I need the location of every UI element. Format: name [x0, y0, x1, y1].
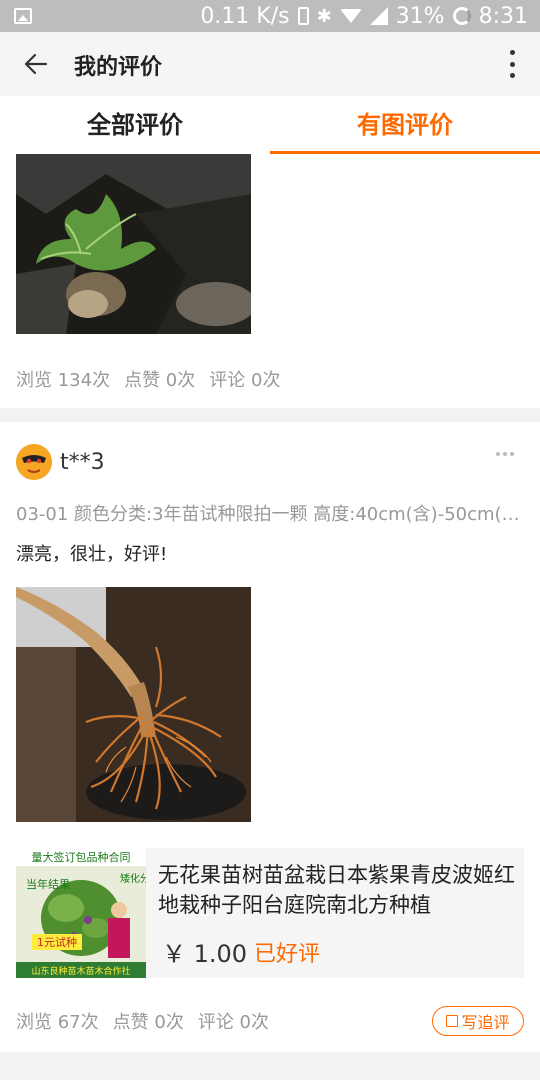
bluetooth-icon: ✱: [316, 5, 332, 27]
thumb-banner: 量大签订包品种合同: [32, 850, 131, 864]
tab-bar: 全部评价 有图评价: [0, 96, 540, 154]
edit-icon: [446, 1015, 459, 1027]
views-count: 浏览 67次: [16, 1012, 99, 1033]
network-speed: 0.11 K/s: [200, 3, 290, 29]
tab-all-reviews[interactable]: 全部评价: [0, 96, 270, 154]
status-bar: 0.11 K/s ✱ 31% 8:31: [0, 0, 540, 32]
signal-icon: [369, 7, 388, 25]
review-meta: 03-01 颜色分类:3年苗试种限拍一颗 高度:40cm(含)-50cm(不含): [16, 504, 524, 525]
review-card: t**3 03-01 颜色分类:3年苗试种限拍一颗 高度:40cm(含)-50c…: [0, 422, 540, 1052]
thumb-left-text: 当年结果: [26, 877, 70, 891]
battery-percent: 31%: [395, 3, 445, 29]
battery-icon: [452, 7, 471, 25]
back-arrow-icon[interactable]: [22, 50, 50, 78]
status-right: 0.11 K/s ✱ 31% 8:31: [200, 3, 528, 29]
clock: 8:31: [478, 3, 528, 29]
thumb-badge: 1元试种: [37, 935, 77, 949]
phone-icon: [297, 7, 309, 25]
append-review-button[interactable]: 写追评: [432, 1006, 524, 1036]
more-options-icon[interactable]: [508, 50, 516, 78]
app-bar: 我的评价: [0, 32, 540, 96]
image-notification-icon: [14, 8, 32, 24]
review-stats: 浏览 67次 点赞 0次 评论 0次: [16, 1008, 269, 1034]
product-price: ￥ 1.00: [162, 940, 248, 968]
avatar: [16, 444, 52, 480]
comments-count[interactable]: 评论 0次: [209, 366, 280, 392]
review-stats: 浏览 134次 点赞 0次 评论 0次: [16, 366, 280, 392]
tab-photo-reviews[interactable]: 有图评价: [270, 96, 540, 154]
append-review-label: 写追评: [461, 1013, 510, 1032]
reviewer: t**3: [16, 444, 105, 480]
product-title[interactable]: 无花果苗树苗盆栽日本紫果青皮波姬红地栽种子阳台庭院南北方种植: [158, 860, 520, 920]
review-photo[interactable]: [16, 154, 251, 334]
likes-count[interactable]: 点赞 0次: [113, 1008, 184, 1034]
review-card: 浏览 134次 点赞 0次 评论 0次: [0, 154, 540, 408]
likes-count[interactable]: 点赞 0次: [124, 366, 195, 392]
thumb-footer: 山东良种苗木苗木合作社: [31, 965, 130, 977]
product-thumbnail[interactable]: 量大签订包品种合同 当年结果 矮化分叉适合盆栽地种 1元试种 山东良种苗木苗木合…: [16, 848, 146, 978]
review-more-icon[interactable]: [496, 452, 514, 456]
page-title: 我的评价: [74, 55, 163, 80]
review-text: 漂亮，很壮，好评!: [16, 544, 168, 565]
review-photo[interactable]: [16, 587, 251, 822]
product-card[interactable]: 量大签订包品种合同 当年结果 矮化分叉适合盆栽地种 1元试种 山东良种苗木苗木合…: [16, 848, 524, 978]
thumb-right-text: 矮化分叉适合盆栽地种: [120, 872, 146, 885]
wifi-icon: [339, 9, 362, 23]
views-count: 浏览 134次: [16, 370, 111, 391]
review-status: 已好评: [254, 942, 321, 967]
review-list: 浏览 134次 点赞 0次 评论 0次 t**3 03-01 颜色分类:3年苗试…: [0, 154, 540, 1080]
comments-count[interactable]: 评论 0次: [198, 1008, 269, 1034]
username: t**3: [60, 449, 105, 475]
